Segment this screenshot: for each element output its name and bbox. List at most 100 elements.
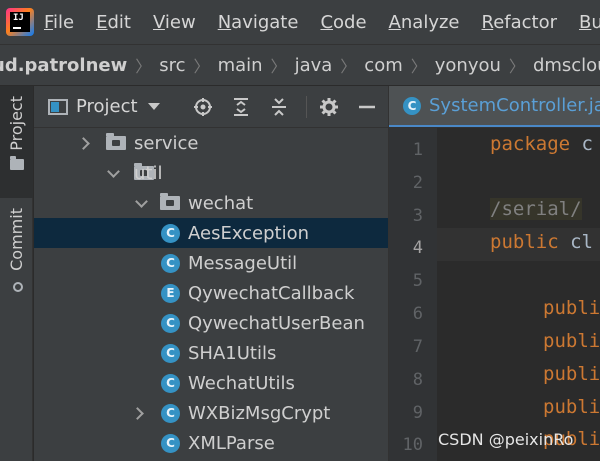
tree-label: QywechatCallback: [188, 282, 355, 304]
project-view-icon: [48, 98, 68, 115]
gear-icon[interactable]: [318, 96, 340, 118]
tree-label: SHA1Utils: [188, 342, 277, 364]
menu-build[interactable]: Build: [579, 12, 600, 33]
code-keyword: publi: [543, 396, 600, 418]
collapse-all-icon[interactable]: [268, 96, 290, 118]
package-folder-icon: [160, 193, 180, 210]
tree-row-sha1utils[interactable]: C SHA1Utils: [34, 338, 388, 368]
tree-label: XMLParse: [188, 432, 275, 454]
chevron-right-icon: 〉: [508, 57, 525, 76]
enum-icon: E: [161, 283, 180, 303]
chevron-down-icon[interactable]: [147, 103, 160, 110]
target-icon[interactable]: [192, 96, 214, 118]
editor-tab-systemcontroller[interactable]: C SystemController.java: [389, 86, 600, 127]
code-keyword: package: [490, 133, 571, 155]
code-text: cl: [558, 231, 593, 253]
class-icon: C: [161, 343, 180, 363]
line-number: 8: [412, 370, 423, 390]
tree-row-util[interactable]: util: [34, 158, 388, 188]
tree-row-qywechatcallback[interactable]: E QywechatCallback: [34, 278, 388, 308]
header-divider: [306, 96, 307, 118]
line-number: 4: [412, 238, 423, 258]
line-number: 5: [412, 271, 423, 291]
line-number: 10: [402, 435, 423, 455]
menu-navigate[interactable]: Navigate: [218, 12, 299, 33]
class-icon: C: [161, 313, 180, 333]
tool-tab-commit-label: Commit: [7, 208, 26, 271]
code-line-7[interactable]: publi: [543, 330, 600, 352]
tree-label: service: [134, 132, 199, 154]
code-line-6[interactable]: publi: [543, 297, 600, 319]
tree-row-wechat[interactable]: wechat: [34, 188, 388, 218]
expand-all-icon[interactable]: [230, 96, 252, 118]
code-editor: C SystemController.java 1 2 3 4 5 6 7 8 …: [388, 86, 600, 461]
code-line-9[interactable]: publi: [543, 396, 600, 418]
code-line-4[interactable]: public cl: [490, 231, 593, 253]
chevron-right-icon[interactable]: [78, 136, 92, 150]
class-icon: C: [161, 223, 180, 243]
tree-label: MessageUtil: [188, 252, 298, 274]
line-number: 3: [412, 206, 423, 226]
tree-label: AesException: [188, 222, 310, 244]
breadcrumb-com[interactable]: com: [364, 55, 402, 76]
chevron-right-icon[interactable]: [132, 406, 146, 420]
project-panel-header: Project: [34, 86, 388, 128]
chevron-right-icon: 〉: [135, 57, 152, 76]
tree-row-aesexception[interactable]: C AesException: [34, 218, 388, 248]
chevron-down-icon[interactable]: [134, 196, 148, 210]
line-number: 2: [412, 173, 423, 193]
breadcrumb-dmscloud[interactable]: dmscloud: [533, 55, 600, 76]
folder-icon: [9, 155, 24, 170]
class-icon: C: [161, 253, 180, 273]
code-line-1[interactable]: package c: [490, 133, 593, 155]
line-number-gutter: 1 2 3 4 5 6 7 8 9 10: [389, 128, 437, 461]
tree-label: util: [134, 162, 163, 184]
chevron-down-icon[interactable]: [106, 166, 120, 180]
menu-edit[interactable]: Edit: [96, 12, 131, 33]
class-icon: C: [161, 403, 180, 423]
chevron-right-icon: 〉: [410, 57, 427, 76]
tool-tab-commit[interactable]: Commit: [0, 198, 33, 308]
breadcrumb-src[interactable]: src: [159, 55, 185, 76]
editor-tab-bar: C SystemController.java: [389, 86, 600, 128]
editor-tab-label: SystemController.java: [429, 95, 600, 116]
tool-tab-project[interactable]: Project: [0, 86, 33, 198]
csdn-watermark: CSDN @peixinRo: [438, 430, 574, 449]
menu-view[interactable]: View: [153, 12, 196, 33]
tree-row-wechatutils[interactable]: C WechatUtils: [34, 368, 388, 398]
tree-row-xmlparse[interactable]: C XMLParse: [34, 428, 388, 458]
chevron-right-icon: 〉: [193, 57, 210, 76]
code-keyword: publi: [543, 363, 600, 385]
class-icon: C: [403, 96, 421, 115]
menu-code[interactable]: Code: [320, 12, 366, 33]
tree-row-messageutil[interactable]: C MessageUtil: [34, 248, 388, 278]
breadcrumb-module[interactable]: ud.patrolnew: [0, 55, 127, 76]
code-text: c: [570, 133, 593, 155]
breadcrumb-yonyou[interactable]: yonyou: [435, 55, 501, 76]
line-number: 6: [412, 304, 423, 324]
code-line-8[interactable]: publi: [543, 363, 600, 385]
menu-analyze[interactable]: Analyze: [389, 12, 460, 33]
menu-file[interactable]: File: [44, 12, 74, 33]
minimize-icon[interactable]: [356, 96, 378, 118]
tree-row-wxbizmsgcrypt[interactable]: C WXBizMsgCrypt: [34, 398, 388, 428]
line-number: 7: [412, 337, 423, 357]
package-folder-icon: [106, 133, 126, 150]
class-icon: C: [161, 373, 180, 393]
tree-label: WechatUtils: [188, 372, 295, 394]
menu-refactor[interactable]: Refactor: [482, 12, 558, 33]
breadcrumb-main[interactable]: main: [218, 55, 263, 76]
tree-row-qywechatuserbean[interactable]: C QywechatUserBean: [34, 308, 388, 338]
tool-window-strip: Project Commit: [0, 86, 33, 461]
intellij-logo-icon[interactable]: IJ: [6, 8, 34, 36]
tool-tab-project-label: Project: [7, 96, 26, 151]
commit-icon: [10, 278, 24, 293]
breadcrumb-java[interactable]: java: [295, 55, 333, 76]
code-keyword: publi: [543, 297, 600, 319]
chevron-right-icon: 〉: [270, 57, 287, 76]
project-view-selector[interactable]: Project: [76, 96, 138, 117]
tree-row-service[interactable]: service: [34, 128, 388, 158]
code-line-3[interactable]: /serial/: [490, 198, 582, 220]
breadcrumb: ud.patrolnew 〉 src 〉 main 〉 java 〉 com 〉…: [0, 44, 600, 86]
class-icon: C: [161, 433, 180, 453]
